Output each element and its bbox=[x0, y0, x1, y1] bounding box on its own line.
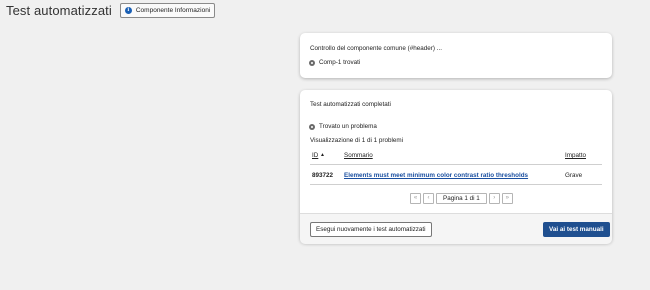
manual-tests-button[interactable]: Vai ai test manuali bbox=[543, 222, 610, 237]
column-header-impact[interactable]: Impatto bbox=[565, 152, 586, 159]
info-icon: i bbox=[124, 7, 132, 14]
rerun-tests-button[interactable]: Esegui nuovamente i test automatizzati bbox=[310, 222, 432, 237]
column-header-id[interactable]: ID bbox=[312, 152, 318, 159]
results-count: Visualizzazione di 1 di 1 problemi bbox=[310, 137, 403, 144]
pagination: « ‹ Pagina 1 di 1 › » bbox=[410, 193, 513, 204]
column-id-label: ID bbox=[312, 152, 319, 159]
chevron-right-icon: › bbox=[493, 195, 496, 201]
component-check-card: Controllo del componente comune (#header… bbox=[300, 33, 612, 78]
next-page-button[interactable]: › bbox=[488, 193, 500, 204]
table-row-divider bbox=[310, 184, 602, 185]
double-chevron-left-icon: « bbox=[413, 195, 418, 201]
table-header-divider bbox=[310, 164, 602, 165]
title-bar: Test automatizzati i Componente Informaz… bbox=[6, 3, 216, 18]
sort-asc-icon[interactable]: ▲ bbox=[320, 152, 325, 158]
component-info-button[interactable]: i Componente Informazioni bbox=[119, 3, 216, 18]
page-indicator: Pagina 1 di 1 bbox=[436, 193, 487, 204]
column-header-summary[interactable]: Sommario bbox=[344, 152, 373, 159]
results-card: Test automatizzati completati Trovato un… bbox=[300, 90, 612, 244]
previous-page-button[interactable]: ‹ bbox=[423, 193, 434, 204]
issue-summary-link[interactable]: Elements must meet minimum color contras… bbox=[344, 172, 528, 179]
double-chevron-right-icon: » bbox=[505, 195, 509, 201]
status-icon bbox=[309, 60, 315, 66]
results-status: Trovato un problema bbox=[319, 123, 377, 130]
issue-id: 893722 bbox=[312, 172, 334, 179]
component-check-heading: Controllo del componente comune (#header… bbox=[310, 45, 442, 52]
chevron-left-icon: ‹ bbox=[427, 195, 430, 201]
component-check-status: Comp-1 trovati bbox=[319, 59, 361, 66]
component-info-label: Componente Informazioni bbox=[135, 7, 211, 14]
results-heading: Test automatizzati completati bbox=[310, 101, 391, 108]
first-page-button[interactable]: « bbox=[410, 193, 421, 204]
last-page-button[interactable]: » bbox=[501, 193, 513, 204]
page-title: Test automatizzati bbox=[6, 3, 112, 18]
issue-impact: Grave bbox=[565, 172, 583, 179]
status-icon bbox=[309, 124, 315, 130]
results-footer: Esegui nuovamente i test automatizzati V… bbox=[300, 213, 612, 244]
